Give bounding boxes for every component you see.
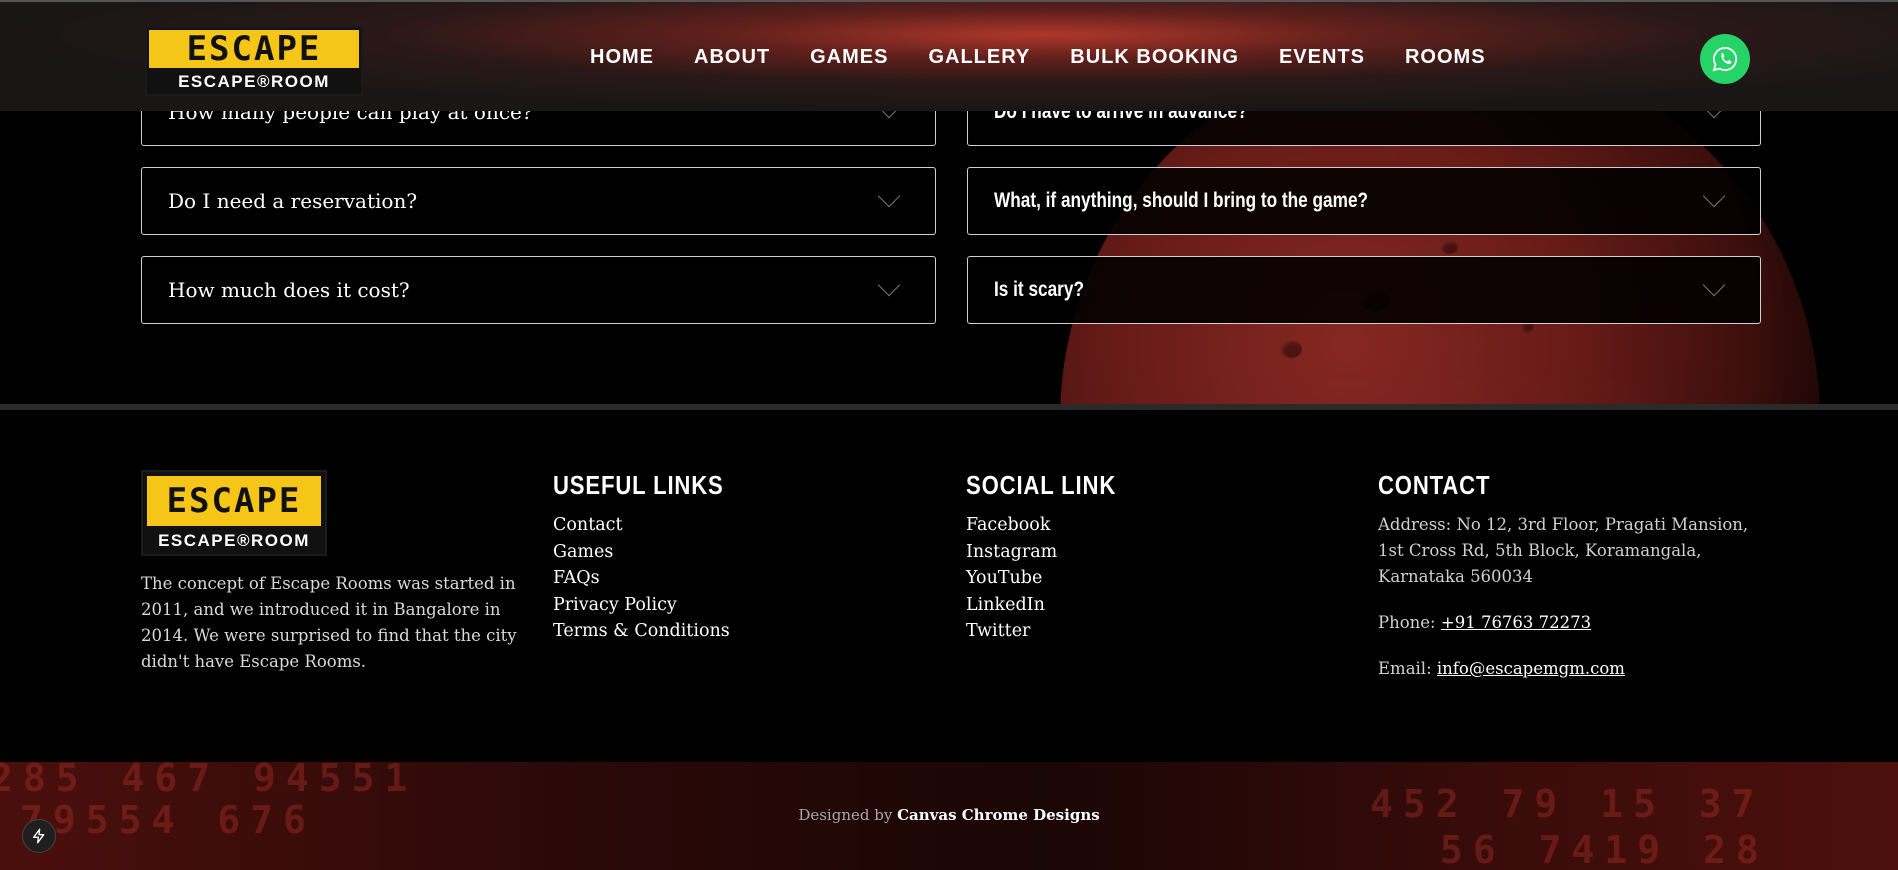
credit-prefix: Designed by [798, 806, 893, 824]
footer-link-contact[interactable]: Contact [553, 512, 730, 539]
nav-gallery[interactable]: GALLERY [928, 46, 1030, 69]
logo-subtitle: ESCAPE®ROOM [158, 531, 310, 550]
whatsapp-icon [1712, 46, 1738, 72]
nav-bulk-booking[interactable]: BULK BOOKING [1070, 46, 1239, 69]
phone-label: Phone: [1378, 613, 1436, 632]
faq-question: How much does it cost? [168, 278, 410, 302]
contact-phone: Phone: +91 76763 72273 [1378, 610, 1768, 636]
nav-games[interactable]: GAMES [810, 46, 888, 69]
faq-item[interactable]: Do I need a reservation? [141, 167, 936, 235]
footer-about-text: The concept of Escape Rooms was started … [141, 574, 517, 671]
logo-wordmark: ESCAPE [149, 29, 359, 69]
whatsapp-button[interactable] [1700, 34, 1750, 84]
social-link-instagram[interactable]: Instagram [966, 539, 1057, 566]
contact-email: Email: info@escapemgm.com [1378, 656, 1768, 682]
faq-question: Do I need a reservation? [168, 189, 418, 213]
phone-link[interactable]: +91 76763 72273 [1441, 613, 1591, 632]
social-link-linkedin[interactable]: LinkedIn [966, 592, 1057, 619]
lightning-icon [33, 828, 45, 844]
nav-events[interactable]: EVENTS [1279, 46, 1365, 69]
site-header: ESCAPE ESCAPE®ROOM HOME ABOUT GAMES GALL… [0, 0, 1898, 111]
quick-action-button[interactable] [22, 819, 56, 853]
email-link[interactable]: info@escapemgm.com [1437, 659, 1625, 678]
footer-link-games[interactable]: Games [553, 539, 730, 566]
footer-link-privacy[interactable]: Privacy Policy [553, 592, 730, 619]
faq-item[interactable]: Is it scary? [967, 256, 1761, 324]
footer-logo[interactable]: ESCAPE ESCAPE®ROOM [141, 470, 327, 556]
useful-links-list: Contact Games FAQs Privacy Policy Terms … [553, 512, 730, 645]
logo-subtitle: ESCAPE®ROOM [178, 72, 330, 91]
social-link-twitter[interactable]: Twitter [966, 618, 1057, 645]
contact-address: Address: No 12, 3rd Floor, Pragati Mansi… [1378, 512, 1768, 590]
footer-link-faqs[interactable]: FAQs [553, 565, 730, 592]
social-links-list: Facebook Instagram YouTube LinkedIn Twit… [966, 512, 1057, 645]
main-nav: HOME ABOUT GAMES GALLERY BULK BOOKING EV… [590, 46, 1526, 69]
nav-rooms[interactable]: ROOMS [1405, 46, 1486, 69]
faq-item[interactable]: What, if anything, should I bring to the… [967, 167, 1761, 235]
social-link-facebook[interactable]: Facebook [966, 512, 1057, 539]
faq-item[interactable]: How much does it cost? [141, 256, 936, 324]
credit-designer-link[interactable]: Canvas Chrome Designs [897, 806, 1100, 824]
social-links-title: SOCIAL LINK [966, 470, 1117, 500]
logo-wordmark: ESCAPE [147, 476, 321, 526]
nav-about[interactable]: ABOUT [694, 46, 770, 69]
designer-credit: Designed by Canvas Chrome Designs [0, 806, 1898, 824]
social-link-youtube[interactable]: YouTube [966, 565, 1057, 592]
faq-question: Is it scary? [994, 278, 1084, 301]
credit-bar: 285 467 94551 79554 676 452 79 15 37 56 … [0, 762, 1898, 870]
contact-title: CONTACT [1378, 470, 1491, 500]
chevron-down-icon [1702, 184, 1726, 208]
email-label: Email: [1378, 659, 1432, 678]
contact-details: Address: No 12, 3rd Floor, Pragati Mansi… [1378, 512, 1768, 702]
chevron-down-icon [877, 184, 901, 208]
address-label: Address: [1378, 515, 1452, 534]
chevron-down-icon [1702, 273, 1726, 297]
header-logo[interactable]: ESCAPE ESCAPE®ROOM [145, 26, 363, 96]
nav-home[interactable]: HOME [590, 46, 654, 69]
useful-links-title: USEFUL LINKS [553, 470, 724, 500]
chevron-down-icon [877, 273, 901, 297]
footer-link-terms[interactable]: Terms & Conditions [553, 618, 730, 645]
faq-question: What, if anything, should I bring to the… [994, 189, 1369, 212]
